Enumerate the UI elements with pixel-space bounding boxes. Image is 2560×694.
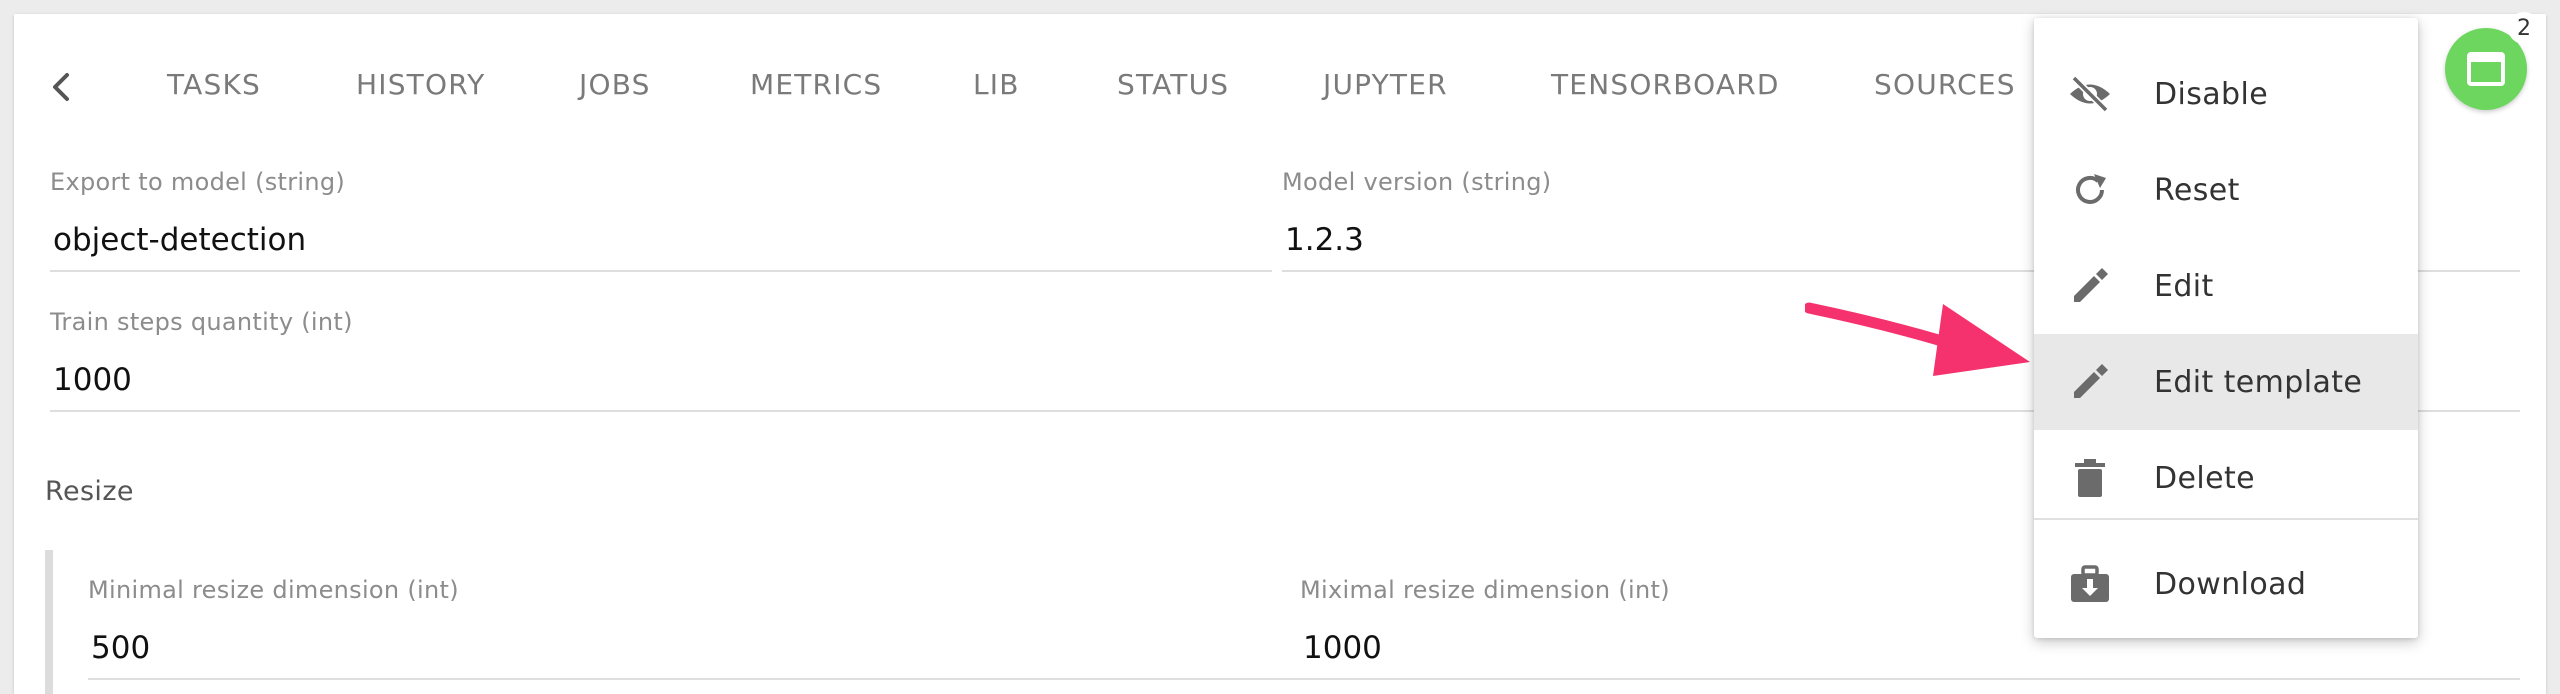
tab-lib[interactable]: LIB [973, 68, 1020, 101]
download-briefcase-icon [2068, 562, 2112, 606]
tab-status[interactable]: STATUS [1117, 68, 1229, 101]
min-resize-label: Minimal resize dimension (int) [88, 576, 459, 604]
resize-section-title: Resize [45, 476, 134, 507]
pencil-icon [2068, 264, 2112, 308]
actions-menu: Disable Reset Edit Edit template Delete … [2034, 18, 2418, 638]
model-version-value[interactable]: 1.2.3 [1285, 222, 1364, 258]
export-model-underline [50, 270, 1272, 272]
notification-badge: 2 [2508, 12, 2540, 44]
nested-group-bar [45, 550, 53, 694]
menu-item-label: Reset [2154, 172, 2240, 208]
menu-item-disable[interactable]: Disable [2034, 46, 2418, 142]
trash-icon [2068, 456, 2112, 500]
menu-item-reset[interactable]: Reset [2034, 142, 2418, 238]
min-resize-underline [88, 678, 1310, 680]
menu-item-label: Edit [2154, 268, 2214, 304]
window-icon [2467, 52, 2505, 86]
tab-tensorboard[interactable]: TENSORBOARD [1551, 68, 1780, 101]
export-model-field[interactable]: Export to model (string) object-detectio… [50, 168, 1272, 274]
menu-item-label: Edit template [2154, 364, 2363, 400]
menu-item-edit[interactable]: Edit [2034, 238, 2418, 334]
refresh-icon [2068, 168, 2112, 212]
tab-sources[interactable]: SOURCES [1874, 68, 2016, 101]
annotation-arrow [1805, 302, 2030, 376]
max-resize-value[interactable]: 1000 [1303, 630, 1382, 666]
menu-item-delete[interactable]: Delete [2034, 430, 2418, 526]
export-model-label: Export to model (string) [50, 168, 346, 196]
menu-item-download[interactable]: Download [2034, 536, 2418, 632]
menu-item-label: Disable [2154, 76, 2269, 112]
min-resize-value[interactable]: 500 [91, 630, 150, 666]
eye-off-icon [2068, 72, 2112, 116]
export-model-value[interactable]: object-detection [53, 222, 306, 258]
tab-tasks[interactable]: TASKS [167, 68, 261, 101]
tab-history[interactable]: HISTORY [356, 68, 485, 101]
menu-item-edit-template[interactable]: Edit template [2034, 334, 2418, 430]
tab-metrics[interactable]: METRICS [750, 68, 882, 101]
menu-item-label: Download [2154, 566, 2307, 602]
menu-divider [2034, 518, 2418, 520]
menu-item-label: Delete [2154, 460, 2255, 496]
min-resize-field[interactable]: Minimal resize dimension (int) 500 [88, 576, 1310, 682]
max-resize-underline [1300, 678, 2520, 680]
tab-jupyter[interactable]: JUPYTER [1323, 68, 1448, 101]
train-steps-value[interactable]: 1000 [53, 362, 132, 398]
pencil-icon [2068, 360, 2112, 404]
tab-jobs[interactable]: JOBS [579, 68, 651, 101]
